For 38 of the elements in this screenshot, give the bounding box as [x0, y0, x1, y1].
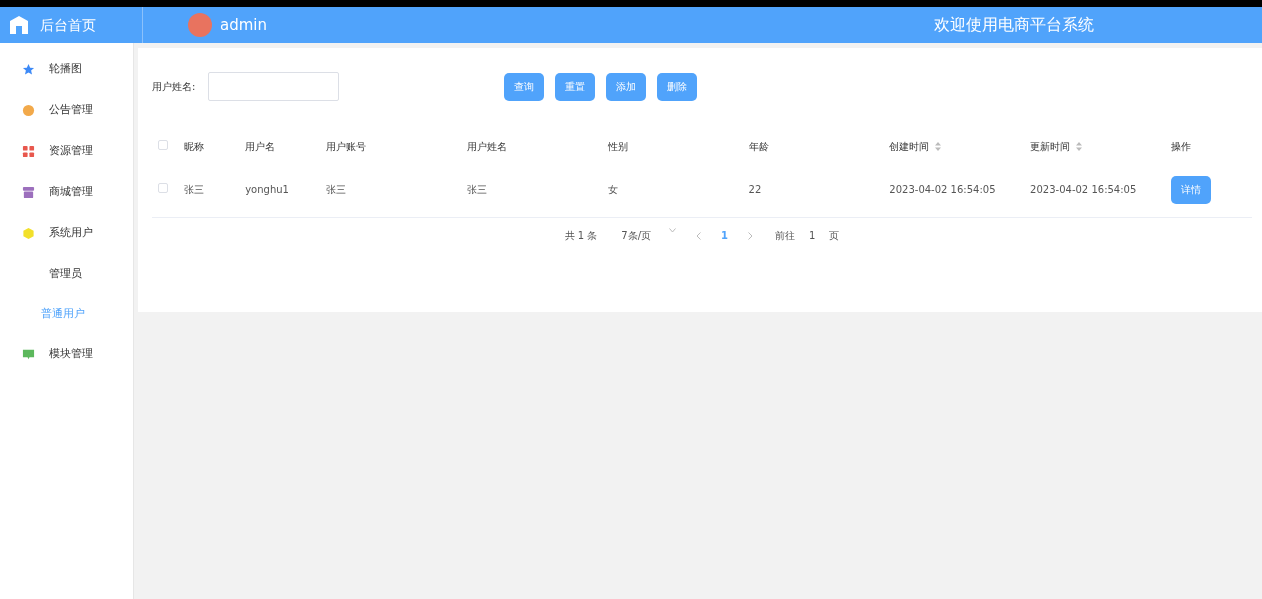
caret-icon — [669, 227, 677, 233]
table-cell: 2023-04-02 16:54:05 — [889, 184, 996, 196]
column-header[interactable]: 创建时间 — [889, 138, 942, 154]
column-header: 性别 — [607, 140, 628, 152]
sidebar-item[interactable]: 公告管理 — [0, 90, 133, 131]
welcome-title: 欢迎使用电商平台系统 — [934, 14, 1094, 36]
column-header: 操作 — [1170, 140, 1191, 152]
select-all-checkbox[interactable] — [158, 139, 168, 150]
sidebar-item[interactable]: 系统用户 — [0, 213, 133, 254]
user-name: admin — [220, 14, 267, 36]
table-cell: 女 — [607, 184, 618, 196]
sidebar-item[interactable]: 商城管理 — [0, 172, 133, 213]
table-cell: 22 — [748, 184, 762, 196]
page-size-select[interactable]: 7条/页 — [621, 227, 677, 243]
goto-label: 前往 — [775, 228, 796, 243]
column-header[interactable]: 更新时间 — [1030, 138, 1083, 154]
field-label: 用户姓名: — [152, 80, 196, 94]
sidebar-item[interactable]: 资源管理 — [0, 131, 133, 172]
submenu-item[interactable]: 管理员 — [0, 254, 133, 294]
column-header: 昵称 — [184, 140, 205, 152]
column-header: 用户姓名 — [467, 140, 507, 152]
table-cell: 张三 — [326, 184, 347, 196]
total-count: 共 1 条 — [564, 228, 598, 243]
page-unit: 页 — [829, 228, 840, 243]
column-header: 年龄 — [748, 140, 769, 152]
column-header: 用户账号 — [326, 140, 367, 152]
table-cell: yonghu1 — [245, 184, 289, 196]
table-cell: 2023-04-02 16:54:05 — [1030, 184, 1137, 196]
table-cell: 张三 — [467, 184, 487, 196]
home-icon[interactable] — [8, 15, 30, 35]
avatar-icon — [188, 13, 212, 37]
goto-page-field[interactable]: 1 — [809, 227, 816, 243]
table-cell: 张三 — [184, 184, 205, 196]
search-field[interactable] — [208, 72, 340, 101]
sidebar-item[interactable]: 轮播图 — [0, 49, 133, 90]
sidebar-item[interactable]: 模块管理 — [0, 334, 133, 375]
row-checkbox[interactable] — [158, 183, 168, 194]
column-header: 用户名 — [245, 140, 276, 152]
